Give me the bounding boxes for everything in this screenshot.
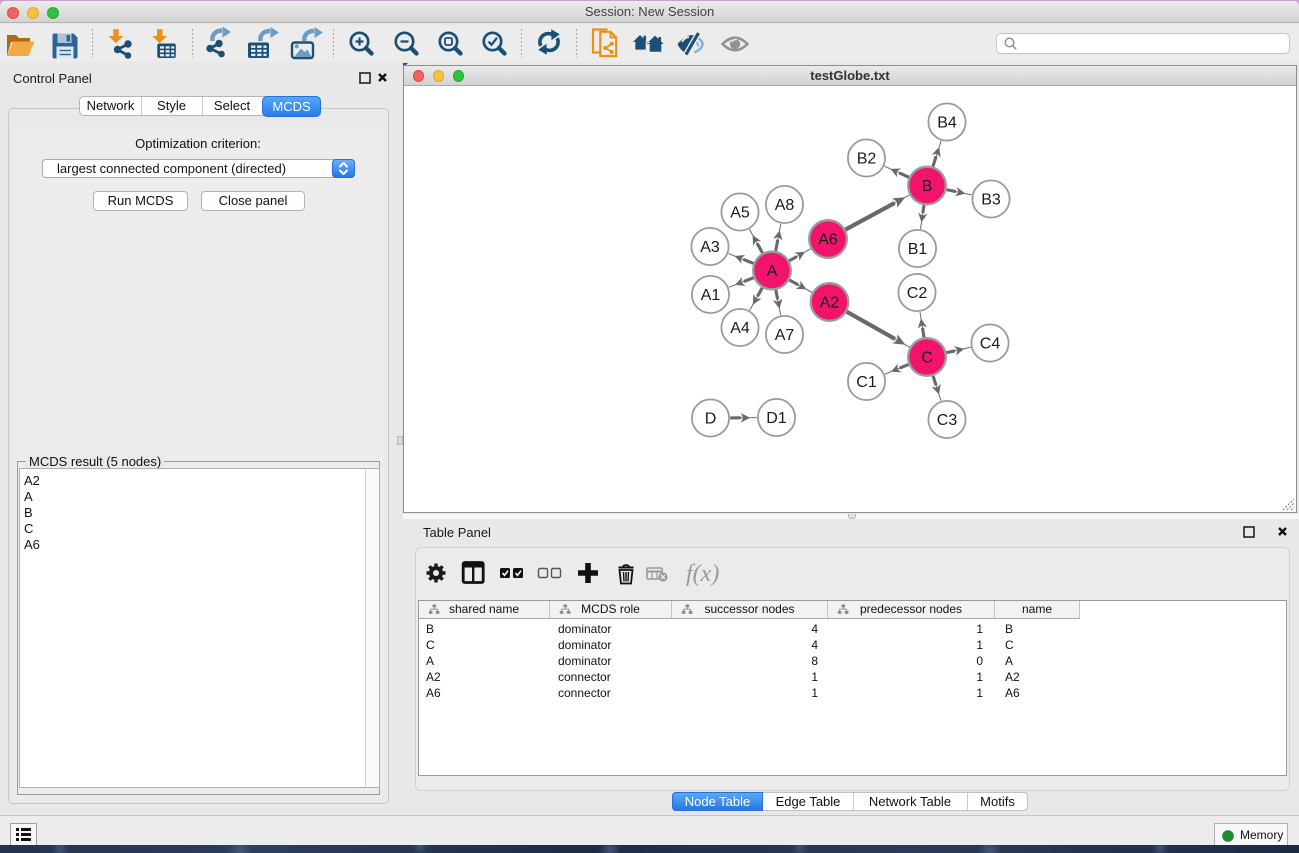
svg-text:C1: C1 <box>856 374 877 391</box>
svg-text:B2: B2 <box>857 151 877 168</box>
svg-text:C4: C4 <box>980 336 1001 353</box>
svg-text:f(x): f(x) <box>686 561 719 587</box>
svg-text:B: B <box>922 178 933 195</box>
svg-text:B3: B3 <box>981 192 1001 209</box>
svg-text:A8: A8 <box>775 197 795 214</box>
svg-text:C2: C2 <box>907 285 928 302</box>
svg-text:A5: A5 <box>730 205 750 222</box>
svg-text:D: D <box>705 411 717 428</box>
svg-text:A4: A4 <box>730 320 750 337</box>
svg-text:A7: A7 <box>775 327 795 344</box>
svg-text:C: C <box>921 350 933 367</box>
svg-text:B4: B4 <box>937 115 957 132</box>
svg-text:A1: A1 <box>701 287 721 304</box>
svg-text:A2: A2 <box>820 295 840 312</box>
svg-text:A3: A3 <box>700 239 720 256</box>
svg-text:B1: B1 <box>908 241 928 258</box>
svg-text:C3: C3 <box>937 412 958 429</box>
svg-text:A6: A6 <box>818 232 838 249</box>
svg-text:A: A <box>767 263 778 280</box>
svg-text:D1: D1 <box>766 410 787 427</box>
